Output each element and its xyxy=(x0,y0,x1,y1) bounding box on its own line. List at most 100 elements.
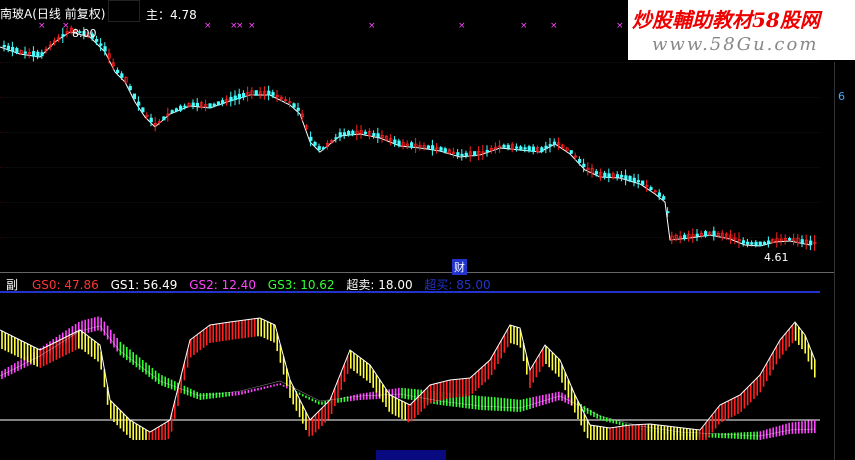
candle-body xyxy=(254,90,258,96)
candle-body xyxy=(746,241,750,245)
candle-body xyxy=(523,147,527,150)
candle-body xyxy=(767,240,771,244)
event-marker: × xyxy=(616,21,624,31)
candle-body xyxy=(515,146,519,149)
title-box xyxy=(108,0,140,22)
main-indicator-label: 主：4.78 xyxy=(146,8,197,22)
event-marker: × xyxy=(38,21,46,31)
finance-tag[interactable]: 财 xyxy=(452,259,467,275)
candle-body xyxy=(132,93,137,100)
candle-body xyxy=(636,180,641,183)
candle-body xyxy=(594,171,599,175)
candle-body xyxy=(439,147,443,151)
candle-body xyxy=(313,141,317,146)
candle-body xyxy=(788,238,792,241)
candle-body xyxy=(191,102,195,106)
candle-body xyxy=(11,46,15,52)
candle-body xyxy=(758,241,762,247)
candle-body xyxy=(32,51,36,57)
candle-body xyxy=(338,132,342,138)
candle-body xyxy=(372,133,376,137)
candle-body xyxy=(162,116,166,121)
candle-body xyxy=(195,102,200,107)
candle-body xyxy=(582,163,586,168)
candle-body xyxy=(809,240,813,246)
candle-body xyxy=(183,105,187,108)
candle-body xyxy=(116,69,120,73)
candle-body xyxy=(800,239,804,244)
candle-body xyxy=(393,139,397,144)
candle-body xyxy=(704,231,708,237)
candle-body xyxy=(632,177,636,183)
candle-body xyxy=(662,196,666,200)
candle-body xyxy=(750,242,754,245)
candle-body xyxy=(544,145,548,150)
event-marker: × xyxy=(550,21,558,31)
candle-body xyxy=(460,153,464,156)
candle-body xyxy=(292,103,296,108)
candle-body xyxy=(40,52,44,57)
candle-body xyxy=(347,130,351,136)
candle-body xyxy=(578,159,582,163)
candle-body xyxy=(502,144,506,148)
candle-body xyxy=(615,174,620,178)
candle-body xyxy=(620,174,624,178)
event-marker: × xyxy=(204,21,212,31)
chart-canvas[interactable]: × × × ×× × × × × × × xyxy=(0,0,855,460)
candle-body xyxy=(456,152,460,156)
candle-body xyxy=(569,150,573,154)
stock-title: 南玻A(日线 前复权) xyxy=(0,5,106,22)
event-marker: × xyxy=(236,21,244,31)
event-marker: × xyxy=(520,21,528,31)
candle-body xyxy=(216,101,221,106)
candle-body xyxy=(229,96,233,102)
event-marker: × xyxy=(368,21,376,31)
candle-body xyxy=(351,130,355,135)
high-price-label: 8.00 xyxy=(72,27,97,40)
legend-gs2: GS2: 12.40 xyxy=(189,278,256,292)
right-scale-label: 6 xyxy=(838,90,845,103)
bottom-status-box xyxy=(376,450,446,460)
candle-body xyxy=(641,180,645,186)
candle-body xyxy=(149,117,153,123)
candle-body xyxy=(321,147,326,150)
kline-chart-window: × × × × × × × × × × × 南玻A(日线 前复权) 主：4.78 8.00 4.61… xyxy=(0,0,855,460)
candle-body xyxy=(426,145,431,149)
candle-body xyxy=(6,45,11,50)
candle-body xyxy=(137,101,141,106)
candle-body xyxy=(23,51,27,54)
legend-oversold: 超卖: 18.00 xyxy=(346,278,413,292)
candle-body xyxy=(363,131,368,134)
candle-body xyxy=(2,44,6,48)
candle-body xyxy=(267,90,271,96)
candle-body xyxy=(179,105,183,111)
candle-body xyxy=(208,103,212,109)
candle-body xyxy=(242,93,246,98)
legend-gs1: GS1: 56.49 xyxy=(110,278,178,292)
candle-body xyxy=(506,144,510,149)
candle-body xyxy=(695,233,699,237)
candle-body xyxy=(548,144,552,147)
candle-body xyxy=(443,148,447,153)
candle-body xyxy=(376,133,380,138)
candle-body xyxy=(99,43,103,46)
candle-body xyxy=(174,108,179,112)
candle-body xyxy=(649,187,653,190)
watermark-text: 炒股輔助教材58股网 xyxy=(632,8,820,32)
candle-body xyxy=(103,46,107,52)
event-marker: × xyxy=(248,21,256,31)
candle-body xyxy=(296,107,300,111)
legend-gs3: GS3: 10.62 xyxy=(267,278,335,292)
candle-body xyxy=(527,146,531,152)
candle-body xyxy=(657,192,662,197)
candle-body xyxy=(221,100,225,104)
candle-body xyxy=(628,175,632,182)
candle-body xyxy=(624,175,628,180)
sub-panel-label: 副 xyxy=(6,278,19,292)
candle-body xyxy=(607,173,611,178)
candle-body xyxy=(36,51,40,58)
right-scale-panel xyxy=(834,62,855,460)
candle-body xyxy=(683,234,687,239)
indicator-legend: GS0: 47.86 GS1: 56.49 GS2: 12.40 GS3: 10… xyxy=(32,276,499,293)
candle-body xyxy=(666,211,670,214)
